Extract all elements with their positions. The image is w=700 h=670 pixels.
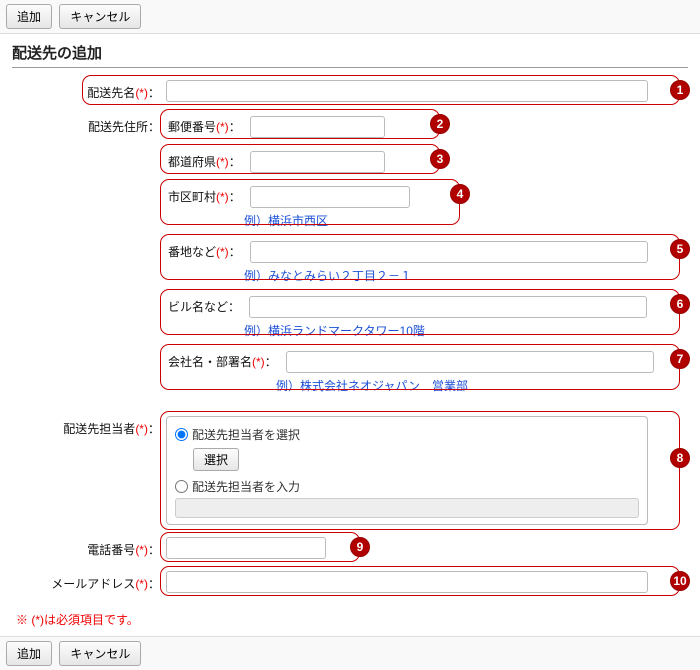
person-panel: 配送先担当者を選択 選択 配送先担当者を入力 [166,416,648,525]
label-postal: 郵便番号(*)： [166,114,243,139]
example-company: 例）株式会社ネオジャパン 営業部 [276,374,684,394]
phone-input[interactable] [166,537,326,559]
callout-6: 6 [670,294,690,314]
callout-4: 4 [450,184,470,204]
label-phone: 電話番号(*)： [16,537,166,558]
callout-9: 9 [350,537,370,557]
email-input[interactable] [166,571,648,593]
radio-person-select[interactable] [175,428,188,441]
building-input[interactable] [249,296,647,318]
cancel-button-bottom[interactable]: キャンセル [59,641,141,666]
pref-input[interactable] [250,151,385,173]
postal-input[interactable] [250,116,385,138]
callout-5: 5 [670,239,690,259]
label-building: ビル名など： [166,294,242,319]
label-pref: 都道府県(*)： [166,149,243,174]
label-company: 会社名・部署名(*)： [166,349,279,374]
callout-1: 1 [670,80,690,100]
add-button-top[interactable]: 追加 [6,4,52,29]
label-name: 配送先名(*)： [16,80,166,101]
label-email: メールアドレス(*)： [16,571,166,592]
add-button-bottom[interactable]: 追加 [6,641,52,666]
select-button[interactable]: 選択 [193,448,239,471]
company-input[interactable] [286,351,654,373]
cancel-button-top[interactable]: キャンセル [59,4,141,29]
street-input[interactable] [250,241,648,263]
label-person: 配送先担当者(*)： [16,416,166,437]
name-input[interactable] [166,80,648,102]
callout-8: 8 [670,448,690,468]
callout-7: 7 [670,349,690,369]
label-street: 番地など(*)： [166,239,243,264]
callout-3: 3 [430,149,450,169]
radio-person-input[interactable] [175,480,188,493]
required-note: ※ (*)は必須項目です。 [0,611,700,636]
callout-10: 10 [670,571,690,591]
example-building: 例）横浜ランドマークタワー10階 [244,319,684,339]
radio-person-select-label: 配送先担当者を選択 [192,426,300,443]
label-city: 市区町村(*)： [166,184,243,209]
page-title: 配送先の追加 [12,42,688,68]
example-street: 例）みなとみらい２丁目２－１ [244,264,684,284]
city-input[interactable] [250,186,410,208]
radio-person-input-label: 配送先担当者を入力 [192,478,300,495]
label-address: 配送先住所： [16,114,166,135]
example-city: 例）横浜市西区 [244,209,684,229]
callout-2: 2 [430,114,450,134]
person-input-disabled [175,498,639,518]
